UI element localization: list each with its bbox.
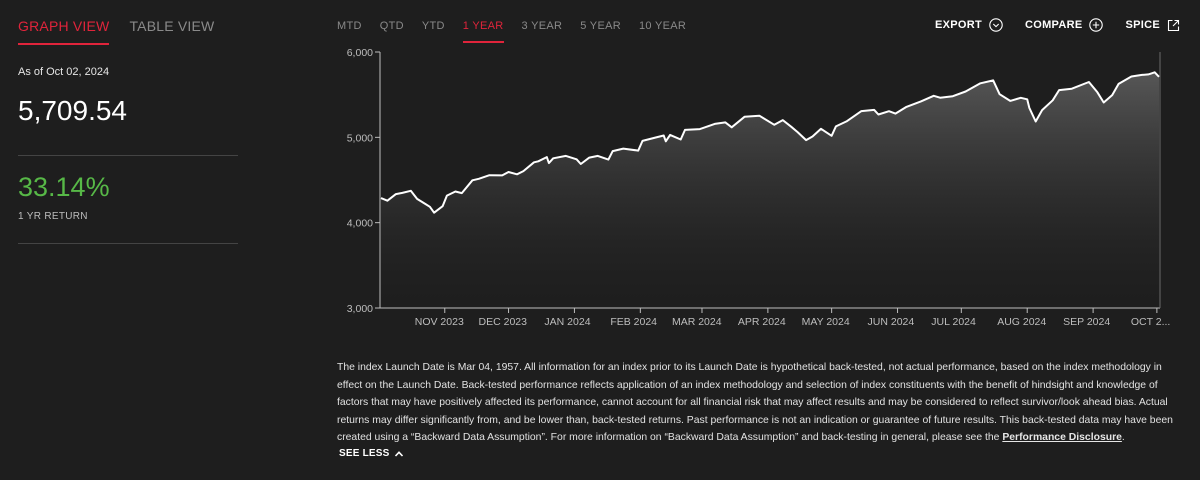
x-tick-label: SEP 2024 [1063,316,1110,328]
as-of-date: As of Oct 02, 2024 [18,66,110,78]
period-ytd[interactable]: YTD [422,20,445,43]
x-tick-label: OCT 2... [1131,316,1170,328]
x-tick-label: DEC 2023 [479,316,528,328]
compare-button[interactable]: COMPARE [1025,18,1104,32]
divider [18,243,238,244]
x-tick-label: JUN 2024 [868,316,915,328]
x-tick-label: JUL 2024 [931,316,976,328]
chevron-up-icon [394,450,403,457]
x-tick-label: AUG 2024 [997,316,1046,328]
see-less-label: SEE LESS [339,448,390,459]
divider [18,155,238,156]
export-button[interactable]: EXPORT [935,18,1003,32]
export-label: EXPORT [934,19,982,31]
index-level: 5,709.54 [18,95,127,126]
period-tabs: MTD QTD YTD 1 YEAR 3 YEAR 5 YEAR 10 YEAR [337,20,704,43]
y-tick-label: 6,000 [347,47,373,59]
external-link-icon [1167,19,1180,31]
period-qtd[interactable]: QTD [380,20,404,43]
period-10-year[interactable]: 10 YEAR [639,20,686,43]
see-less-button[interactable]: SEE LESS [339,448,404,459]
disclaimer: The index Launch Date is Mar 04, 1957. A… [337,359,1175,447]
y-tick-label: 3,000 [347,303,373,315]
x-tick-label: FEB 2024 [610,316,657,328]
x-tick-label: JAN 2024 [544,316,590,328]
period-5-year[interactable]: 5 YEAR [580,20,621,43]
period-mtd[interactable]: MTD [337,20,362,43]
disclaimer-end: . [1121,432,1125,444]
chevron-down-circle-icon [989,18,1003,32]
performance-chart[interactable]: 3,000 4,000 5,000 6,000 NOV 2023 DEC 2023 JAN… [330,44,1170,344]
return-label: 1 YR RETURN [18,211,88,222]
spice-label: SPICE [1125,19,1160,31]
performance-disclosure-link[interactable]: Performance Disclosure [1002,432,1122,443]
tab-graph-view[interactable]: GRAPH VIEW [18,18,110,45]
x-tick-label: MAR 2024 [672,316,722,328]
x-tick-label: APR 2024 [738,316,786,328]
x-tick-label: MAY 2024 [802,316,850,328]
spice-link[interactable]: SPICE [1125,19,1180,32]
chart-actions: EXPORT COMPARE SPICE [935,18,1180,32]
view-tabs: GRAPH VIEW TABLE VIEW [18,18,214,45]
y-tick-label: 4,000 [347,218,373,230]
tab-table-view[interactable]: TABLE VIEW [129,18,214,45]
return-value: 33.14% [18,172,110,202]
x-tick-label: NOV 2023 [415,316,464,328]
area-fill [381,72,1159,308]
period-3-year[interactable]: 3 YEAR [522,20,563,43]
y-tick-label: 5,000 [347,132,373,144]
period-1-year[interactable]: 1 YEAR [462,20,504,43]
compare-label: COMPARE [1024,19,1083,31]
plus-circle-icon [1089,18,1104,32]
